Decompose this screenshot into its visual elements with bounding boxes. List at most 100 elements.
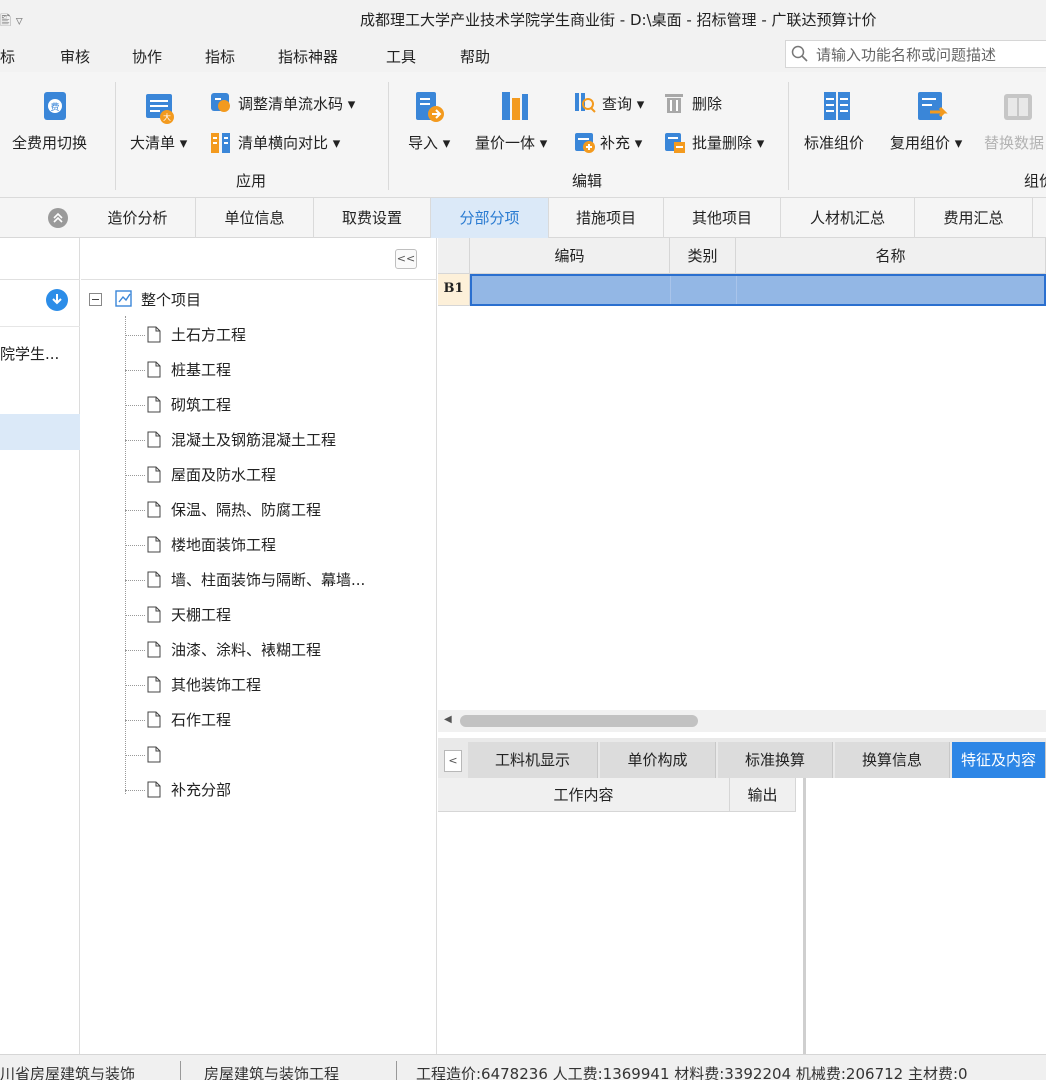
column-header-output[interactable]: 输出 <box>730 778 796 812</box>
delete-icon <box>665 94 683 113</box>
quick-access-toolbar[interactable]: 🖺 ▿ <box>0 10 23 34</box>
tab-features-content[interactable]: 特征及内容 <box>952 742 1046 778</box>
sub-item-grid: 编码 类别 名称 B1 <box>438 238 1046 710</box>
double-chevron-up-icon <box>53 212 63 223</box>
reuse-price-label: 复用组价 <box>890 134 951 152</box>
import-button[interactable]: 导入 ▾ <box>408 132 450 153</box>
download-button[interactable] <box>46 289 68 311</box>
column-header-type[interactable]: 类别 <box>670 238 736 274</box>
document-icon <box>147 711 161 728</box>
horizontal-scrollbar[interactable]: ◀ <box>438 710 1046 732</box>
collapse-node-icon[interactable] <box>89 293 102 306</box>
tab-cost-analysis[interactable]: 造价分析 <box>80 198 196 238</box>
document-icon <box>147 466 161 483</box>
menu-item-bid[interactable]: 标 <box>0 46 15 67</box>
document-icon <box>147 606 161 623</box>
tree-node-label: 砌筑工程 <box>171 396 232 414</box>
tab-labor-material-display[interactable]: 工料机显示 <box>468 742 598 778</box>
big-list-label: 大清单 <box>130 134 176 152</box>
search-icon <box>791 45 808 62</box>
project-name[interactable]: 院学生... <box>0 343 59 364</box>
std-price-icon <box>824 92 850 120</box>
status-project-type: 房屋建筑与装饰工程 <box>204 1065 340 1080</box>
menu-item-index-tool[interactable]: 指标神器 <box>278 46 338 67</box>
tab-conversion-info[interactable]: 换算信息 <box>835 742 950 778</box>
tree-node-label: 其他装饰工程 <box>171 676 262 694</box>
tree-node-label: 楼地面装饰工程 <box>171 536 277 554</box>
collapse-panel-button[interactable]: << <box>395 249 417 269</box>
project-tree-icon <box>115 290 132 307</box>
division-tree-panel: << 整个项目 土石方工程 桩基工程 砌筑工程 混凝土及钢筋混凝土工程 屋面及防水工程保… <box>81 238 437 1054</box>
document-icon <box>147 536 161 553</box>
adjust-serial-label: 调整清单流水码 <box>238 95 344 113</box>
status-cost-summary: 工程造价:6478236 人工费:1369941 材料费:3392204 机械费… <box>416 1065 968 1080</box>
supplement-label: 补充 <box>600 134 631 152</box>
row-header[interactable]: B1 <box>438 274 470 306</box>
menu-item-help[interactable]: 帮助 <box>460 46 490 67</box>
tab-standard-conversion[interactable]: 标准换算 <box>718 742 833 778</box>
document-icon <box>147 571 161 588</box>
column-header-name[interactable]: 名称 <box>736 238 1046 274</box>
column-header-code[interactable]: 编码 <box>470 238 670 274</box>
tab-unit-price-composition[interactable]: 单价构成 <box>600 742 716 778</box>
tab-measures[interactable]: 措施项目 <box>549 198 664 238</box>
menu-item-tools[interactable]: 工具 <box>386 46 416 67</box>
replace-data-button[interactable]: 替换数据 <box>984 132 1044 153</box>
reuse-price-button[interactable]: 复用组价 ▾ <box>890 132 962 153</box>
ribbon: 费 全费用切换 大 大清单 ▾ 调整清单流水码 ▾ 清单横向对比 ▾ 应用 导入… <box>0 72 1046 198</box>
svg-text:费: 费 <box>50 101 59 113</box>
delete-button[interactable]: 删除 <box>692 93 722 114</box>
tab-other-items[interactable]: 其他项目 <box>664 198 781 238</box>
full-fee-switch-button[interactable]: 全费用切换 <box>12 132 87 153</box>
tab-sub-items[interactable]: 分部分项 <box>431 198 549 238</box>
document-icon <box>147 431 161 448</box>
tab-fee-settings[interactable]: 取费设置 <box>314 198 431 238</box>
adjust-serial-icon <box>211 93 230 112</box>
function-search-input[interactable]: 请输入功能名称或问题描述 <box>785 40 1046 68</box>
menu-item-collab[interactable]: 协作 <box>132 46 162 67</box>
scroll-left-icon[interactable]: ◀ <box>444 714 452 725</box>
document-icon <box>147 361 161 378</box>
menu-item-review[interactable]: 审核 <box>60 46 90 67</box>
import-label: 导入 <box>408 134 439 152</box>
ribbon-group-apply: 应用 <box>236 172 267 190</box>
tab-unit-info[interactable]: 单位信息 <box>196 198 314 238</box>
query-button[interactable]: 查询 ▾ <box>602 93 644 114</box>
selected-unit-row[interactable] <box>0 414 80 450</box>
full-fee-switch-icon: 费 <box>44 92 66 120</box>
tree-node-label: 土石方工程 <box>171 326 247 344</box>
column-header-work-content[interactable]: 工作内容 <box>438 778 730 812</box>
query-icon <box>575 93 596 113</box>
list-compare-label: 清单横向对比 <box>238 134 329 152</box>
tree-node-label: 屋面及防水工程 <box>171 466 277 484</box>
price-unity-button[interactable]: 量价一体 ▾ <box>475 132 547 153</box>
detail-tabs-prev-button[interactable]: < <box>444 750 462 772</box>
supplement-button[interactable]: 补充 ▾ <box>600 132 642 153</box>
selected-row[interactable] <box>470 274 1046 306</box>
tree-node-label: 墙、柱面装饰与隔断、幕墙... <box>171 571 366 589</box>
title-bar: 🖺 ▿ 成都理工大学产业技术学院学生商业街 - D:\桌面 - 招标管理 - 广… <box>0 0 1046 38</box>
supplement-icon <box>575 133 595 153</box>
document-icon <box>147 501 161 518</box>
replace-data-icon <box>1004 94 1032 120</box>
scrollbar-thumb[interactable] <box>460 715 698 727</box>
list-compare-button[interactable]: 清单横向对比 ▾ <box>238 132 340 153</box>
tree-panel-header <box>81 238 437 280</box>
grid-corner <box>438 238 470 274</box>
document-icon <box>147 781 161 798</box>
collapse-ribbon-button[interactable] <box>48 208 68 228</box>
std-price-button[interactable]: 标准组价 <box>804 132 864 153</box>
project-panel: 院学生... <box>0 238 80 1054</box>
project-panel-header <box>0 238 80 280</box>
tab-fee-summary[interactable]: 费用汇总 <box>915 198 1033 238</box>
panel-splitter[interactable] <box>803 778 806 1054</box>
big-list-button[interactable]: 大清单 ▾ <box>130 132 187 153</box>
detail-tabs: < 工料机显示 单价构成 标准换算 换算信息 特征及内容 <box>438 738 1046 778</box>
tree-node-label: 天棚工程 <box>171 606 232 624</box>
tree-node-label: 石作工程 <box>171 711 232 729</box>
adjust-serial-button[interactable]: 调整清单流水码 ▾ <box>238 93 355 114</box>
menu-item-index[interactable]: 指标 <box>205 46 235 67</box>
tab-labor-material-summary[interactable]: 人材机汇总 <box>781 198 915 238</box>
status-standard: 川省房屋建筑与装饰 <box>0 1065 136 1080</box>
batch-delete-button[interactable]: 批量删除 ▾ <box>692 132 764 153</box>
